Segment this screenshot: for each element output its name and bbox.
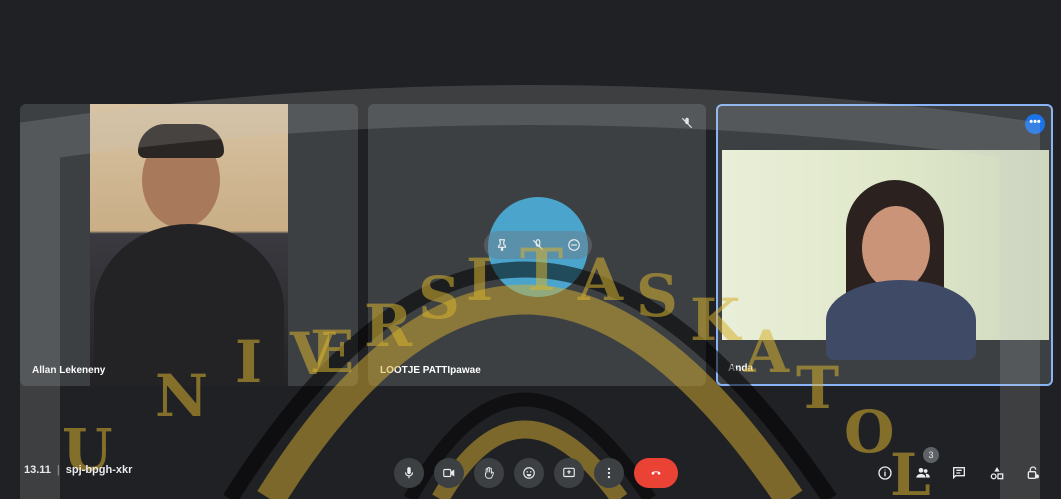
present-button[interactable] xyxy=(554,458,584,488)
participant-body xyxy=(94,224,284,386)
end-call-icon xyxy=(651,471,661,475)
participant-name: Anda xyxy=(728,363,753,374)
camera-button[interactable] xyxy=(434,458,464,488)
host-controls-icon xyxy=(1027,466,1039,479)
participant-tile-self[interactable]: ••• Anda xyxy=(716,104,1053,386)
people-count-badge: 3 xyxy=(923,447,939,463)
mute-icon[interactable] xyxy=(531,238,545,252)
participant-tile-1[interactable]: Allan Lekeneny xyxy=(20,104,358,386)
meeting-info: 13.11 | spj-bpgh-xkr xyxy=(24,464,132,476)
chat-button[interactable] xyxy=(948,462,970,484)
watermark-letter: O xyxy=(844,398,895,466)
pin-icon[interactable] xyxy=(495,238,509,252)
chat-icon xyxy=(953,467,965,480)
participant-video-self xyxy=(722,150,1049,360)
mute-icon xyxy=(681,117,693,129)
participant-face xyxy=(862,206,930,290)
more-options-button[interactable] xyxy=(594,458,624,488)
host-controls-button[interactable] xyxy=(1022,462,1044,484)
activities-icon xyxy=(990,467,1004,480)
mic-button[interactable] xyxy=(394,458,424,488)
more-vert-icon xyxy=(607,467,611,479)
participant-body xyxy=(826,280,976,360)
end-call-button[interactable] xyxy=(634,458,678,488)
emoji-icon xyxy=(523,467,535,479)
remove-icon[interactable] xyxy=(567,238,581,252)
participant-name: Allan Lekeneny xyxy=(32,365,106,376)
tile-hover-controls xyxy=(484,231,592,259)
participant-video-1 xyxy=(90,104,288,386)
mic-icon xyxy=(404,467,414,479)
meeting-separator: | xyxy=(56,464,60,476)
meeting-code: spj-bpgh-xkr xyxy=(65,464,133,476)
participant-name: LOOTJE PATTIpawae xyxy=(380,365,481,376)
emoji-button[interactable] xyxy=(514,458,544,488)
info-icon xyxy=(878,466,892,480)
present-icon xyxy=(563,467,575,478)
activities-button[interactable] xyxy=(986,462,1008,484)
raise-hand-button[interactable] xyxy=(474,458,504,488)
camera-icon xyxy=(443,468,455,478)
participant-hair xyxy=(138,124,224,158)
meeting-time: 13.11 xyxy=(24,464,51,476)
people-icon xyxy=(916,468,930,478)
people-button[interactable] xyxy=(912,462,934,484)
raise-hand-icon xyxy=(485,466,494,479)
more-options-button[interactable]: ••• xyxy=(1025,114,1045,134)
meeting-details-button[interactable] xyxy=(874,462,896,484)
